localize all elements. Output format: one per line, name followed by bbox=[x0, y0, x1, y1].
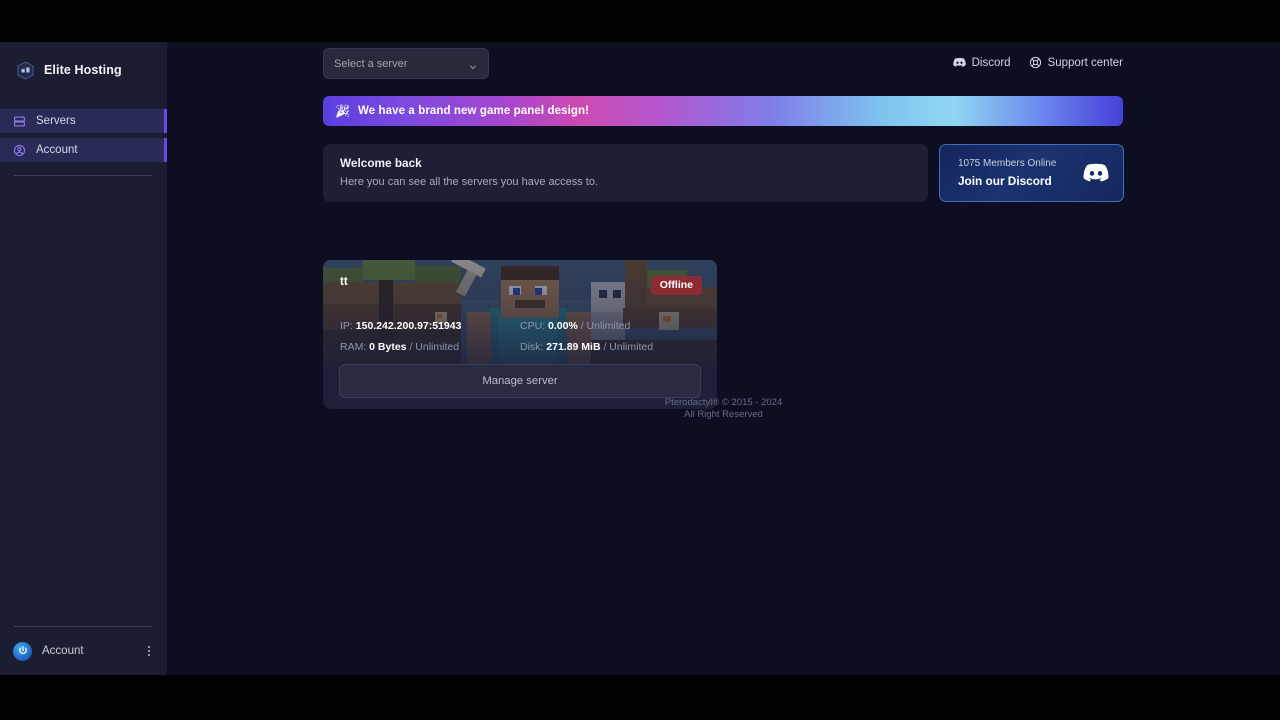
stat-value: 0.00% bbox=[548, 320, 578, 332]
brand-name: Elite Hosting bbox=[44, 63, 122, 77]
footer-rights: All Right Reserved bbox=[684, 408, 763, 420]
party-popper-icon: 🎉 bbox=[335, 104, 350, 118]
discord-join-cta: Join our Discord bbox=[958, 174, 1052, 188]
stat-key: Disk: bbox=[520, 341, 544, 353]
discord-join-card[interactable]: 1075 Members Online Join our Discord bbox=[939, 144, 1124, 202]
sidebar-item-label: Account bbox=[36, 144, 78, 156]
welcome-card: Welcome back Here you can see all the se… bbox=[323, 144, 928, 202]
stat-value: 150.242.200.97:51943 bbox=[355, 320, 462, 332]
account-label: Account bbox=[42, 645, 84, 657]
stat-key: RAM: bbox=[340, 341, 367, 353]
stat-limit: / Unlimited bbox=[600, 341, 654, 353]
stat-disk: Disk: 271.89 MiB / Unlimited bbox=[520, 341, 702, 353]
user-avatar-icon bbox=[13, 641, 32, 661]
footer-copyright: Pterodactyl® © 2015 - 2024 bbox=[664, 397, 783, 408]
announcement-banner-text: We have a brand new game panel design! bbox=[357, 105, 590, 117]
stat-value: 271.89 MiB bbox=[546, 341, 601, 353]
header-link-label: Discord bbox=[971, 56, 1011, 69]
sidebar-divider bbox=[14, 175, 152, 176]
server-rack-icon bbox=[13, 115, 26, 128]
header-link-label: Support center bbox=[1047, 56, 1123, 69]
server-select-value: Select a server bbox=[334, 57, 408, 70]
welcome-title: Welcome back bbox=[340, 156, 422, 170]
discord-logo-icon bbox=[1083, 160, 1109, 186]
browser-chrome-bottom-bar bbox=[0, 675, 1280, 720]
stat-cpu: CPU: 0.00% / Unlimited bbox=[520, 320, 702, 332]
main-content: Select a server Discord Support center 🎉… bbox=[167, 42, 1280, 675]
manage-server-button[interactable]: Manage server bbox=[339, 364, 701, 398]
stat-ip: IP: 150.242.200.97:51943 bbox=[340, 320, 520, 332]
stat-key: IP: bbox=[340, 320, 353, 332]
stat-ram: RAM: 0 Bytes / Unlimited bbox=[340, 341, 520, 353]
chevron-down-icon bbox=[468, 59, 478, 69]
server-select-dropdown[interactable]: Select a server bbox=[323, 48, 489, 79]
sidebar-item-servers[interactable]: Servers bbox=[0, 109, 167, 133]
sidebar-footer: Account bbox=[0, 626, 167, 675]
page-header: Select a server Discord Support center bbox=[167, 42, 1280, 92]
account-row[interactable]: Account bbox=[0, 627, 167, 675]
stat-key: CPU: bbox=[520, 320, 546, 332]
shield-hex-logo-icon bbox=[16, 60, 35, 80]
sidebar: Elite Hosting Servers Account Account bbox=[0, 42, 167, 675]
discord-card-texts: 1075 Members Online Join our Discord bbox=[958, 158, 1083, 188]
server-name: tt bbox=[340, 276, 348, 288]
header-link-support-center[interactable]: Support center bbox=[1029, 56, 1123, 69]
stat-limit: / Unlimited bbox=[577, 320, 631, 332]
server-card[interactable]: tt Offline IP: 150.242.200.97:51943 CPU:… bbox=[323, 260, 717, 409]
status-badge: Offline bbox=[650, 276, 702, 295]
kebab-menu-icon[interactable] bbox=[143, 644, 155, 658]
sidebar-item-account[interactable]: Account bbox=[0, 138, 167, 162]
footer: Pterodactyl® © 2015 - 2024 All Right Res… bbox=[167, 397, 1280, 420]
server-stats: IP: 150.242.200.97:51943 CPU: 0.00% / Un… bbox=[340, 320, 702, 353]
stat-value: 0 Bytes bbox=[369, 341, 407, 353]
brand[interactable]: Elite Hosting bbox=[0, 42, 167, 98]
page-viewport: Elite Hosting Servers Account Account Se… bbox=[0, 42, 1280, 675]
lifebuoy-icon bbox=[1029, 56, 1042, 69]
header-link-discord[interactable]: Discord bbox=[952, 56, 1011, 69]
welcome-subtitle: Here you can see all the servers you hav… bbox=[340, 176, 599, 188]
announcement-banner[interactable]: 🎉 We have a brand new game panel design! bbox=[323, 96, 1123, 126]
stat-limit: / Unlimited bbox=[406, 341, 460, 353]
header-links: Discord Support center bbox=[952, 56, 1123, 69]
discord-members-online: 1075 Members Online bbox=[958, 158, 1057, 169]
user-circle-icon bbox=[13, 144, 26, 157]
sidebar-nav: Servers Account bbox=[0, 109, 167, 176]
sidebar-item-label: Servers bbox=[36, 115, 76, 127]
browser-chrome-top-bar bbox=[0, 0, 1280, 42]
discord-icon bbox=[952, 56, 966, 69]
